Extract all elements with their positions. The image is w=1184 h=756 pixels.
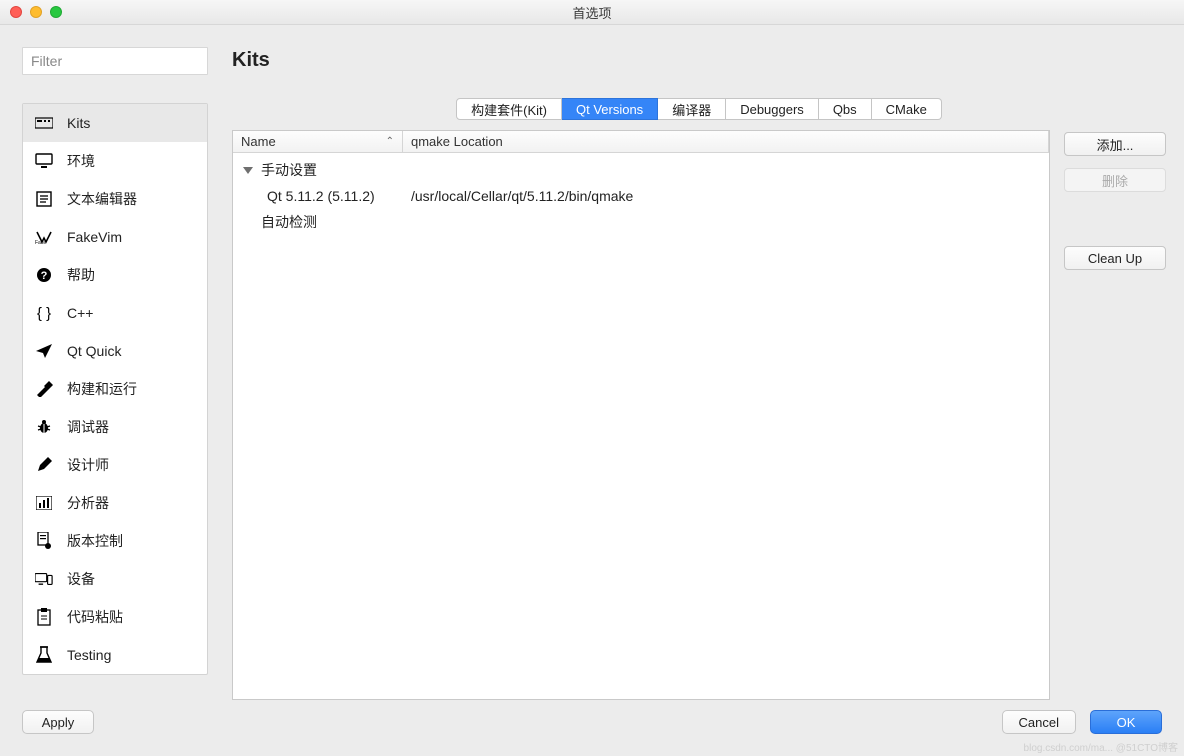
- sidebar: Filter Kits 环境 文本编辑器 Fake FakeVim ? 帮助: [22, 47, 208, 700]
- window-title: 首选项: [0, 3, 1184, 22]
- sidebar-item-testing[interactable]: Testing: [23, 636, 207, 674]
- disclosure-triangle-icon[interactable]: [243, 167, 253, 174]
- sidebar-item-label: 调试器: [67, 417, 109, 437]
- tab-qbs[interactable]: Qbs: [819, 98, 872, 120]
- tab-compilers[interactable]: 编译器: [658, 98, 726, 120]
- clipboard-icon: [35, 608, 53, 626]
- svg-text:Fake: Fake: [35, 240, 46, 244]
- cell-name: Qt 5.11.2 (5.11.2): [233, 188, 403, 204]
- sort-indicator-icon: ⌃: [386, 136, 394, 147]
- sidebar-item-label: Qt Quick: [67, 343, 121, 359]
- hammer-icon: [35, 380, 53, 398]
- tab-bar: 构建套件(Kit) Qt Versions 编译器 Debuggers Qbs …: [456, 98, 942, 120]
- column-location[interactable]: qmake Location: [403, 131, 1049, 152]
- table-group-manual[interactable]: 手动设置: [233, 157, 1049, 183]
- paper-plane-icon: [35, 342, 53, 360]
- braces-icon: { }: [35, 304, 53, 322]
- sidebar-item-label: 设备: [67, 569, 95, 589]
- sidebar-item-label: 文本编辑器: [67, 189, 137, 209]
- sidebar-item-label: Kits: [67, 115, 90, 131]
- monitor-icon: [35, 152, 53, 170]
- ok-button[interactable]: OK: [1090, 710, 1162, 734]
- table-group-auto[interactable]: 自动检测: [233, 209, 1049, 235]
- dialog-footer: Apply Cancel OK: [22, 710, 1162, 734]
- group-label: 手动设置: [261, 160, 317, 180]
- group-label: 自动检测: [261, 212, 317, 232]
- sidebar-item-build-run[interactable]: 构建和运行: [23, 370, 207, 408]
- table-body: 手动设置 Qt 5.11.2 (5.11.2) /usr/local/Cella…: [233, 153, 1049, 699]
- help-icon: ?: [35, 266, 53, 284]
- side-buttons: 添加... 删除 Clean Up: [1064, 130, 1166, 700]
- svg-text:?: ?: [41, 270, 48, 282]
- category-list: Kits 环境 文本编辑器 Fake FakeVim ? 帮助 { } C++: [22, 103, 208, 675]
- fakevim-icon: Fake: [35, 228, 53, 246]
- sidebar-item-version-control[interactable]: 版本控制: [23, 522, 207, 560]
- titlebar: 首选项: [0, 0, 1184, 25]
- filter-input[interactable]: Filter: [22, 47, 208, 75]
- sidebar-item-label: 分析器: [67, 493, 109, 513]
- version-control-icon: [35, 532, 53, 550]
- remove-button[interactable]: 删除: [1064, 168, 1166, 192]
- tab-kits[interactable]: 构建套件(Kit): [456, 98, 562, 120]
- sidebar-item-label: Testing: [67, 647, 111, 663]
- sidebar-item-cpp[interactable]: { } C++: [23, 294, 207, 332]
- document-lines-icon: [35, 190, 53, 208]
- main-panel: Kits 构建套件(Kit) Qt Versions 编译器 Debuggers…: [232, 47, 1166, 700]
- sidebar-item-designer[interactable]: 设计师: [23, 446, 207, 484]
- sidebar-item-label: 帮助: [67, 265, 95, 285]
- table-header: Name ⌃ qmake Location: [233, 131, 1049, 153]
- column-label: qmake Location: [411, 134, 503, 149]
- sidebar-item-devices[interactable]: 设备: [23, 560, 207, 598]
- tab-qt-versions[interactable]: Qt Versions: [562, 98, 658, 120]
- bug-icon: [35, 418, 53, 436]
- devices-icon: [35, 570, 53, 588]
- kits-icon: [35, 114, 53, 132]
- sidebar-item-text-editor[interactable]: 文本编辑器: [23, 180, 207, 218]
- sidebar-item-label: FakeVim: [67, 229, 122, 245]
- tab-cmake[interactable]: CMake: [872, 98, 942, 120]
- table-row[interactable]: Qt 5.11.2 (5.11.2) /usr/local/Cellar/qt/…: [233, 183, 1049, 209]
- sidebar-item-fakevim[interactable]: Fake FakeVim: [23, 218, 207, 256]
- sidebar-item-debugger[interactable]: 调试器: [23, 408, 207, 446]
- sidebar-item-label: 代码粘贴: [67, 607, 123, 627]
- chart-icon: [35, 494, 53, 512]
- sidebar-item-label: 环境: [67, 151, 95, 171]
- sidebar-item-label: 设计师: [67, 455, 109, 475]
- sidebar-item-qtquick[interactable]: Qt Quick: [23, 332, 207, 370]
- sidebar-item-environment[interactable]: 环境: [23, 142, 207, 180]
- cell-location: /usr/local/Cellar/qt/5.11.2/bin/qmake: [403, 188, 1049, 204]
- sidebar-item-analyzer[interactable]: 分析器: [23, 484, 207, 522]
- column-name[interactable]: Name ⌃: [233, 131, 403, 152]
- column-label: Name: [241, 134, 276, 149]
- sidebar-item-label: 版本控制: [67, 531, 123, 551]
- sidebar-item-kits[interactable]: Kits: [23, 104, 207, 142]
- sidebar-item-label: 构建和运行: [67, 379, 137, 399]
- cleanup-button[interactable]: Clean Up: [1064, 246, 1166, 270]
- tab-debuggers[interactable]: Debuggers: [726, 98, 819, 120]
- watermark: blog.csdn.com/ma... @51CTO博客: [1024, 739, 1178, 754]
- apply-button[interactable]: Apply: [22, 710, 94, 734]
- flask-icon: [35, 646, 53, 664]
- sidebar-item-help[interactable]: ? 帮助: [23, 256, 207, 294]
- sidebar-item-label: C++: [67, 305, 93, 321]
- add-button[interactable]: 添加...: [1064, 132, 1166, 156]
- pencil-icon: [35, 456, 53, 474]
- cancel-button[interactable]: Cancel: [1002, 710, 1076, 734]
- sidebar-item-code-paste[interactable]: 代码粘贴: [23, 598, 207, 636]
- versions-table: Name ⌃ qmake Location 手动设置 Qt 5.11.2 (5.…: [232, 130, 1050, 700]
- page-title: Kits: [232, 49, 1166, 72]
